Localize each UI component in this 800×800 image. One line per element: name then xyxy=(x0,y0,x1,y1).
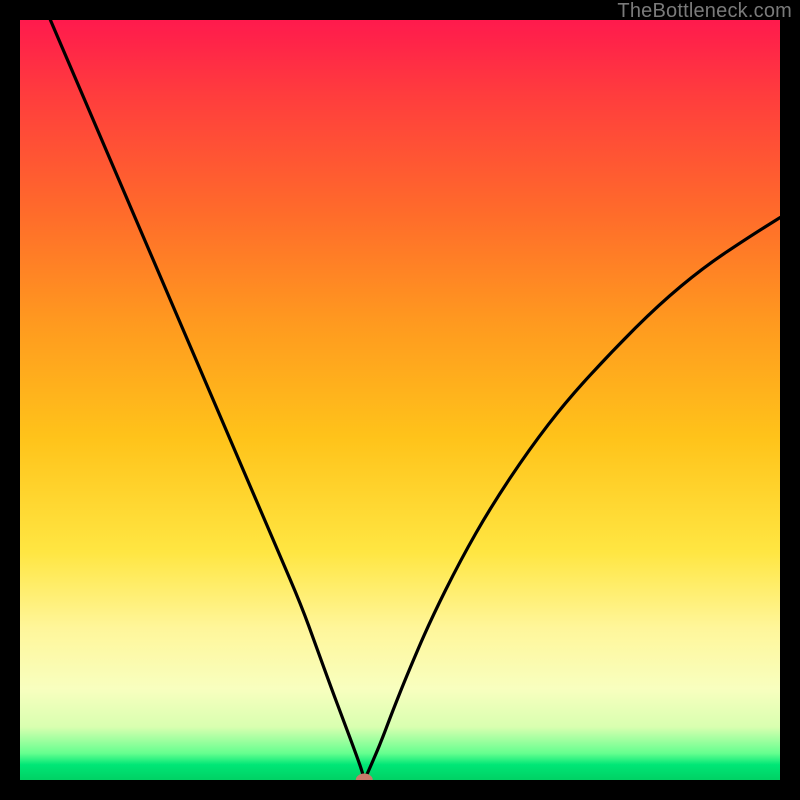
curve-right-branch xyxy=(364,218,780,780)
chart-frame: TheBottleneck.com xyxy=(0,0,800,800)
curve-left-branch xyxy=(50,20,364,780)
plot-svg xyxy=(20,20,780,780)
plot-area xyxy=(20,20,780,780)
minimum-marker xyxy=(356,774,372,780)
